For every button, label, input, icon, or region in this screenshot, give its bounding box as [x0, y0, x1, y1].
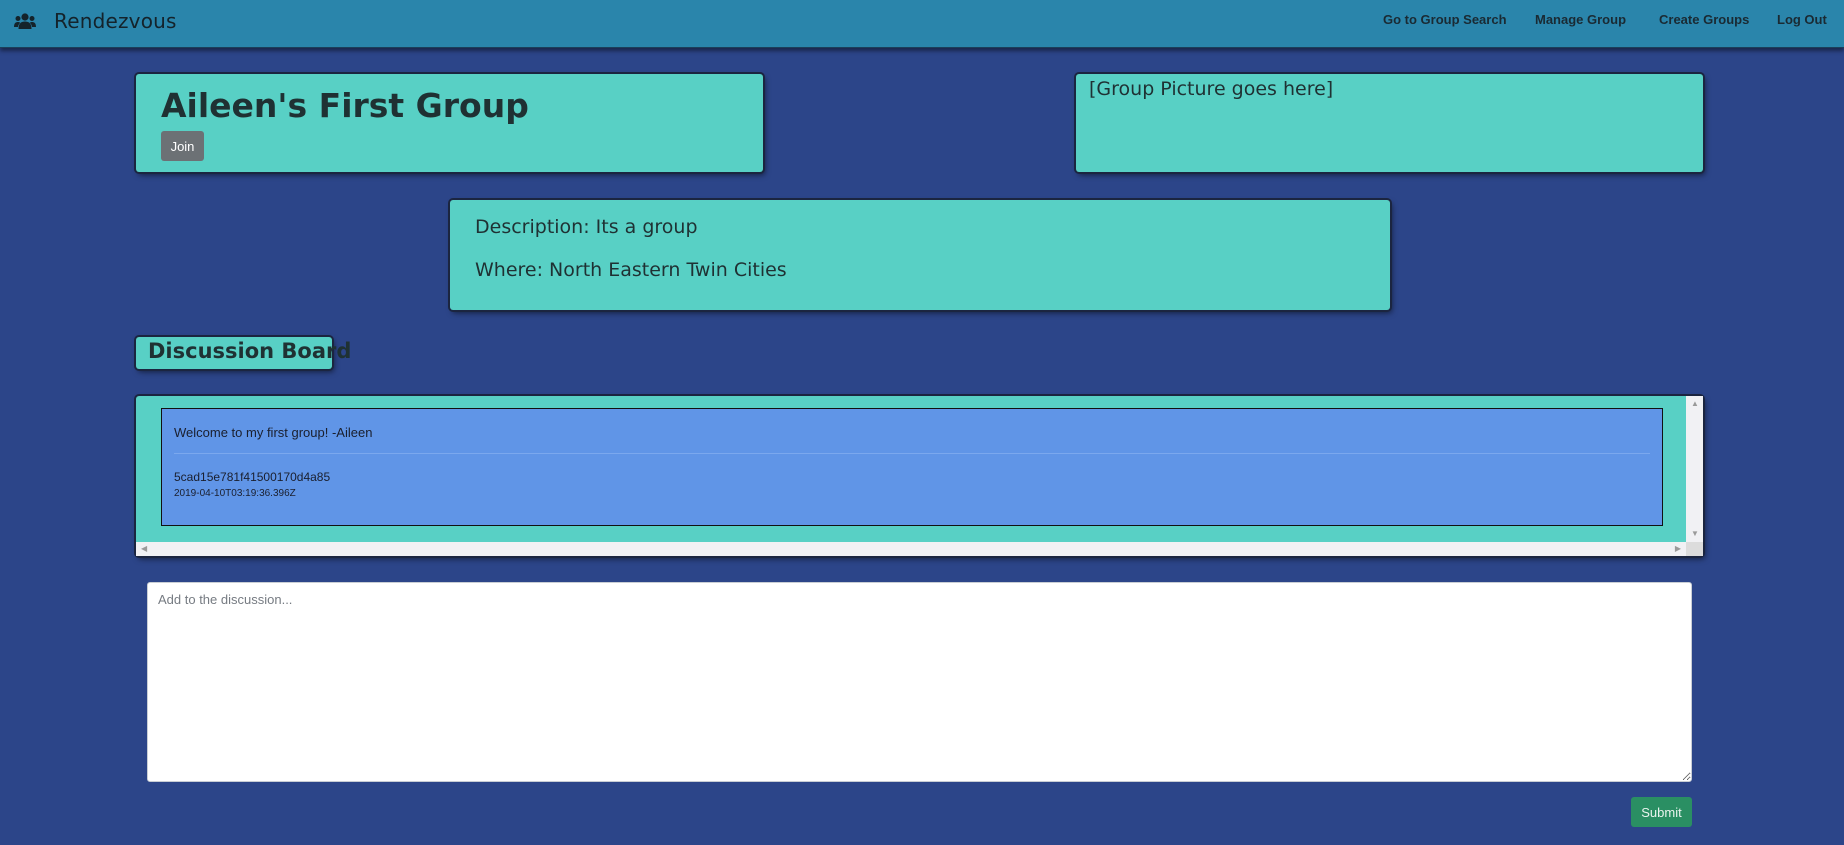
group-header-panel: Aileen's First Group Join	[136, 74, 763, 172]
messages-scroll-area[interactable]: Welcome to my first group! -Aileen 5cad1…	[136, 396, 1703, 556]
group-picture-panel: [Group Picture goes here]	[1076, 74, 1703, 172]
group-title: Aileen's First Group	[161, 86, 529, 125]
scroll-left-arrow-icon[interactable]: ◀	[141, 545, 147, 553]
discussion-board-title: Discussion Board	[148, 339, 352, 363]
scrollbar-corner	[1686, 542, 1703, 556]
message-divider	[174, 453, 1650, 454]
discussion-board-header: Discussion Board	[136, 337, 351, 369]
join-button[interactable]: Join	[161, 131, 204, 161]
group-description: Description: Its a group	[475, 216, 698, 238]
discussion-messages-panel[interactable]: Welcome to my first group! -Aileen 5cad1…	[136, 396, 1703, 556]
group-description-panel: Description: Its a group Where: North Ea…	[450, 200, 1390, 310]
submit-button[interactable]: Submit	[1631, 797, 1692, 827]
scroll-right-arrow-icon[interactable]: ▶	[1675, 545, 1681, 553]
message-timestamp: 2019-04-10T03:19:36.396Z	[174, 488, 296, 499]
horizontal-scrollbar[interactable]: ◀ ▶	[136, 542, 1686, 556]
group-picture-placeholder: [Group Picture goes here]	[1089, 78, 1334, 100]
group-location: Where: North Eastern Twin Cities	[475, 259, 787, 281]
vertical-scrollbar[interactable]: ▲ ▼	[1686, 396, 1703, 542]
nav-link-group-search[interactable]: Go to Group Search	[1383, 12, 1507, 27]
users-icon	[14, 13, 36, 29]
message-card: Welcome to my first group! -Aileen 5cad1…	[161, 408, 1663, 526]
message-author-id: 5cad15e781f41500170d4a85	[174, 470, 331, 484]
navbar: Rendezvous Go to Group Search Manage Gro…	[0, 0, 1844, 48]
nav-link-manage-group[interactable]: Manage Group	[1535, 12, 1626, 27]
message-text: Welcome to my first group! -Aileen	[174, 425, 373, 440]
scroll-down-arrow-icon[interactable]: ▼	[1691, 530, 1699, 538]
nav-link-log-out[interactable]: Log Out	[1777, 12, 1827, 27]
nav-link-create-groups[interactable]: Create Groups	[1659, 12, 1749, 27]
scroll-up-arrow-icon[interactable]: ▲	[1691, 400, 1699, 408]
brand-name[interactable]: Rendezvous	[54, 9, 177, 33]
discussion-input[interactable]	[147, 582, 1692, 782]
